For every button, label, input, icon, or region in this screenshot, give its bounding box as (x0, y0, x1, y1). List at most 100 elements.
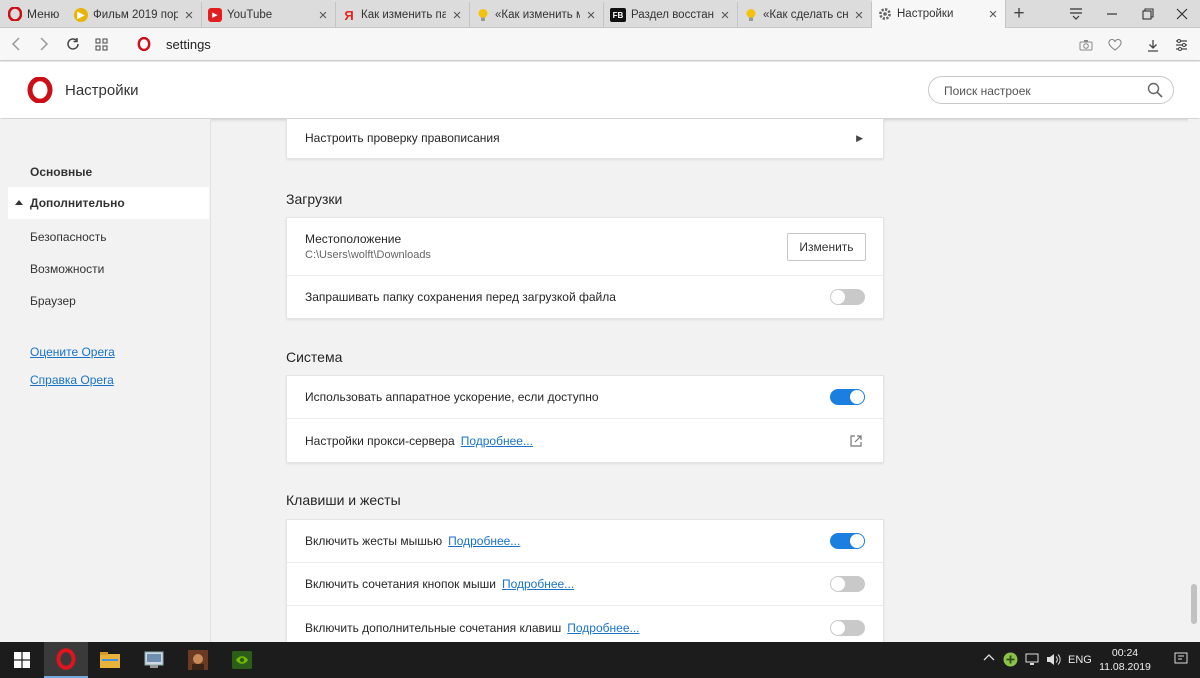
mouse-gestures-row: Включить жесты мышью Подробнее... (287, 520, 883, 563)
taskbar-nvidia-icon[interactable] (220, 642, 264, 678)
external-link-icon[interactable] (849, 434, 863, 448)
clock-date: 11.08.2019 (1099, 661, 1151, 673)
tab-lightbulb-1[interactable]: «Как изменить ме × (470, 2, 604, 28)
hw-accel-toggle[interactable] (830, 389, 865, 405)
tab-youtube[interactable]: ▶ YouTube × (202, 2, 336, 28)
rocker-gestures-label: Включить сочетания кнопок мыши (305, 577, 496, 591)
lightbulb-favicon-icon (746, 9, 756, 21)
sidebar-item-advanced-label: Дополнительно (30, 196, 125, 210)
tab-close-icon[interactable]: × (853, 8, 865, 23)
lightbulb-favicon-icon (478, 9, 488, 21)
rocker-gestures-row: Включить сочетания кнопок мыши Подробнее… (287, 563, 883, 606)
taskbar-clock[interactable]: 00:24 11.08.2019 (1098, 646, 1152, 674)
sidebar-item-basic[interactable]: Основные (30, 165, 92, 179)
tab-close-icon[interactable]: × (719, 8, 731, 23)
taskbar-app-icon[interactable] (132, 642, 176, 678)
spellcheck-label: Настроить проверку правописания (305, 131, 500, 145)
opera-logo-icon (27, 77, 53, 103)
tab-title: «Как сделать сни (763, 9, 848, 21)
tab-close-icon[interactable]: × (317, 8, 329, 23)
download-location-label: Местоположение (305, 232, 402, 246)
address-bar: settings (0, 28, 1200, 61)
sidebar-item-browser[interactable]: Браузер (30, 294, 76, 308)
tab-title: YouTube (227, 9, 273, 21)
mouse-gestures-label: Включить жесты мышью (305, 534, 443, 548)
snapshot-camera-icon[interactable] (1076, 35, 1096, 55)
downloads-icon[interactable] (1143, 35, 1163, 55)
extra-shortcuts-more-link[interactable]: Подробнее... (567, 621, 639, 635)
tab-title: Как изменить пап (361, 9, 446, 21)
new-tab-button[interactable]: + (1008, 3, 1030, 25)
forward-icon[interactable] (34, 34, 54, 54)
collapse-triangle-icon (15, 200, 23, 205)
rocker-gestures-toggle[interactable] (830, 576, 865, 592)
bookmark-heart-icon[interactable] (1105, 35, 1125, 55)
sidebar-item-advanced[interactable]: Дополнительно (8, 187, 209, 219)
page-scrollbar[interactable] (1188, 119, 1200, 642)
settings-sidebar: Основные Дополнительно Безопасность Возм… (0, 119, 211, 642)
minimize-button[interactable] (1094, 0, 1130, 28)
system-section-title: Система (286, 349, 343, 365)
back-icon[interactable] (6, 34, 26, 54)
tab-close-icon[interactable]: × (451, 8, 463, 23)
address-input[interactable]: settings (166, 37, 211, 52)
sidebar-item-features[interactable]: Возможности (30, 262, 104, 276)
taskbar-game-icon[interactable] (176, 642, 220, 678)
page-title: Настройки (65, 82, 139, 99)
spellcheck-row[interactable]: Настроить проверку правописания ▶ (287, 119, 883, 158)
proxy-row[interactable]: Настройки прокси-сервера Подробнее... (287, 419, 883, 462)
download-location-row: Местоположение C:\Users\wolft\Downloads … (287, 218, 883, 276)
mouse-gestures-more-link[interactable]: Подробнее... (448, 534, 520, 548)
input-language[interactable]: ENG (1068, 654, 1092, 666)
opera-site-icon (134, 34, 154, 54)
change-location-button[interactable]: Изменить (787, 232, 866, 261)
spellcheck-card: Настроить проверку правописания ▶ (286, 119, 884, 159)
speed-dial-grid-icon[interactable] (91, 34, 111, 54)
tab-yandex[interactable]: Я Как изменить пап × (336, 2, 470, 28)
proxy-more-link[interactable]: Подробнее... (461, 434, 533, 448)
tray-expand-icon[interactable] (983, 652, 995, 665)
tab-title: Настройки (897, 8, 954, 20)
opera-help-link[interactable]: Справка Opera (30, 373, 114, 387)
tab-close-icon[interactable]: × (183, 8, 195, 23)
settings-search-input[interactable]: Поиск настроек (928, 76, 1174, 104)
search-icon (1147, 82, 1163, 98)
opera-logo-icon (8, 7, 22, 21)
mouse-gestures-toggle[interactable] (830, 533, 865, 549)
reload-icon[interactable] (63, 34, 83, 54)
tab-close-icon[interactable]: × (987, 7, 999, 22)
tab-lightbulb-2[interactable]: «Как сделать сни × (738, 2, 872, 28)
taskbar-explorer-icon[interactable] (88, 642, 132, 678)
restore-button[interactable] (1130, 0, 1166, 28)
clock-time: 00:24 (1111, 647, 1139, 659)
sidebar-item-security[interactable]: Безопасность (30, 230, 107, 244)
windows-start-icon[interactable] (0, 642, 44, 678)
ask-folder-toggle[interactable] (830, 289, 865, 305)
close-window-button[interactable] (1164, 0, 1200, 28)
opera-menu-button[interactable]: Меню (0, 0, 66, 28)
proxy-label: Настройки прокси-сервера (305, 433, 455, 448)
extra-shortcuts-toggle[interactable] (830, 619, 865, 636)
rate-opera-link[interactable]: Оцените Opera (30, 345, 115, 359)
tab-fb[interactable]: FB Раздел восстанов × (604, 2, 738, 28)
keys-card: Включить жесты мышью Подробнее... Включи… (286, 519, 884, 642)
volume-icon[interactable] (1046, 653, 1062, 669)
easy-setup-icon[interactable] (1171, 35, 1191, 55)
tray-app-icon[interactable] (1003, 652, 1018, 670)
rocker-gestures-more-link[interactable]: Подробнее... (502, 577, 574, 591)
tab-close-icon[interactable]: × (585, 8, 597, 23)
tab-menu-icon[interactable] (1058, 0, 1094, 28)
play-favicon-icon: ▶ (74, 8, 88, 22)
tab-title: Фильм 2019 поре (93, 9, 178, 21)
scrollbar-thumb[interactable] (1191, 584, 1197, 624)
menu-label: Меню (27, 7, 60, 21)
taskbar-opera-icon[interactable] (44, 642, 88, 678)
ask-folder-label: Запрашивать папку сохранения перед загру… (305, 290, 616, 304)
notifications-icon[interactable] (1174, 652, 1188, 669)
tab-film[interactable]: ▶ Фильм 2019 поре × (68, 2, 202, 28)
tab-bar: Меню ▶ Фильм 2019 поре × ▶ YouTube × Я К… (0, 0, 1200, 28)
tab-title: Раздел восстанов (631, 9, 714, 21)
hw-accel-row: Использовать аппаратное ускорение, если … (287, 376, 883, 419)
tab-settings[interactable]: Настройки × (872, 0, 1006, 28)
network-icon[interactable] (1025, 653, 1041, 669)
